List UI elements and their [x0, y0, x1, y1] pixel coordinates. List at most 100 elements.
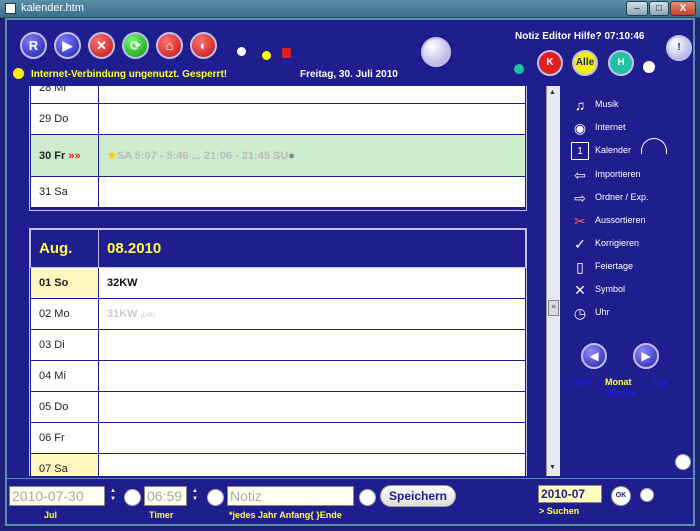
day-cell[interactable]: 01 So	[30, 267, 99, 299]
scroll-down-icon[interactable]: ▼	[549, 464, 556, 471]
note-cell[interactable]	[98, 176, 526, 208]
note-cell[interactable]	[98, 422, 526, 454]
r-button[interactable]: R	[20, 32, 47, 59]
window-title: kalender.htm	[21, 2, 84, 14]
notiz-editor-link[interactable]: Notiz Editor Hilfe? 07:10:46	[515, 31, 644, 42]
speaker-icon[interactable]	[282, 48, 291, 58]
day-cell[interactable]: 05 Do	[30, 391, 99, 423]
sidebar-item-label: Ordner / Exp.	[595, 192, 649, 202]
h-button[interactable]: H	[608, 50, 634, 76]
time-spinner-icon[interactable]: ▲ ▼	[192, 487, 202, 503]
info-button[interactable]: !	[666, 35, 692, 61]
time-apply-icon[interactable]	[207, 489, 224, 506]
maximize-button[interactable]: □	[649, 1, 669, 16]
calendar-icon: 1	[571, 142, 589, 160]
notiz-input[interactable]	[227, 486, 354, 506]
week-sub: (DIR)	[140, 313, 155, 319]
day-cell[interactable]: 03 Di	[30, 329, 99, 361]
sidebar: ♫ Musik ◉ Internet 1 Kalender ⇦ Importieren …	[563, 86, 693, 476]
sidebar-item-internet[interactable]: ◉ Internet	[571, 119, 691, 137]
note-cell[interactable]	[98, 360, 526, 392]
note-cell[interactable]: 32KW	[98, 267, 526, 299]
clock-icon: ◷	[573, 305, 587, 321]
sidebar-item-kalender[interactable]: 1 Kalender	[571, 142, 691, 160]
day-cell[interactable]: 07 Sa	[30, 453, 99, 476]
minimize-button[interactable]: –	[626, 1, 648, 16]
note-cell[interactable]: 31KW (DIR)	[98, 298, 526, 330]
note-cell[interactable]	[98, 329, 526, 361]
play-button[interactable]: ▶	[54, 32, 81, 59]
date-spinner-icon[interactable]: ▲ ▼	[110, 487, 120, 503]
cancel-button[interactable]: ✕	[88, 32, 115, 59]
sidebar-item-uhr[interactable]: ◷ Uhr	[571, 304, 691, 322]
day-cell[interactable]: 02 Mo	[30, 298, 99, 330]
alle-button[interactable]: Alle	[572, 50, 598, 76]
refresh-button[interactable]: ⟳	[122, 32, 149, 59]
scroll-up-icon[interactable]: ▲	[549, 89, 556, 96]
green-light-icon	[514, 64, 524, 74]
compass-button[interactable]	[421, 37, 451, 67]
web-button[interactable]: ◐	[190, 32, 217, 59]
day-cell[interactable]: 06 Fr	[30, 422, 99, 454]
sidebar-item-symbol[interactable]: ✕ Symbol	[571, 281, 691, 299]
toggle-icon[interactable]	[237, 47, 246, 56]
time-input[interactable]	[144, 486, 187, 506]
day-cell[interactable]: 04 Mi	[30, 360, 99, 392]
nav-monat[interactable]: Monat	[605, 377, 632, 387]
k-button[interactable]: K	[537, 50, 563, 76]
note-cell[interactable]	[98, 86, 526, 104]
day-cell[interactable]: 28 Mi	[30, 86, 99, 104]
resize-icon[interactable]	[675, 454, 691, 470]
notiz-apply-icon[interactable]	[359, 489, 376, 506]
day-cell[interactable]: 29 Do	[30, 103, 99, 135]
notiz-hint: *jedes Jahr Anfang{ }Ende	[229, 510, 342, 520]
search-label[interactable]: > Suchen	[539, 506, 579, 516]
sidebar-item-korrigieren[interactable]: ✓ Korrigieren	[571, 235, 691, 253]
ok-button[interactable]: OK	[611, 486, 631, 506]
day-cell[interactable]: 31 Sa	[30, 176, 99, 208]
note-cell[interactable]	[98, 103, 526, 135]
x-icon: ✕	[574, 282, 586, 298]
sidebar-item-importieren[interactable]: ⇦ Importieren	[571, 166, 691, 184]
vertical-scrollbar[interactable]: ▲ ≡ ▼	[546, 86, 560, 476]
nav-woche[interactable]: Woche	[607, 388, 636, 398]
today-note-cell[interactable]: ★SA 5:07 - 5:46 ... 21:06 - 21:45 SU●	[98, 134, 526, 177]
sidebar-item-musik[interactable]: ♫ Musik	[571, 96, 691, 114]
sidebar-item-label: Korrigieren	[595, 238, 640, 248]
table-row: 06 Fr	[30, 422, 526, 454]
table-row: 31 Sa	[30, 176, 526, 208]
note-cell[interactable]	[98, 391, 526, 423]
nav-tag[interactable]: Tag	[651, 377, 666, 387]
scroll-thumb[interactable]: ≡	[548, 300, 559, 316]
status-light-icon	[262, 51, 271, 60]
today-day-cell[interactable]: 30 Fr »»	[30, 134, 99, 177]
july-table: 28 Mi 29 Do 30 Fr »» ★SA 5:07 - 5:46 ...…	[30, 86, 526, 208]
connection-status: Internet-Verbindung ungenutzt. Gesperrt!	[31, 69, 228, 80]
sidebar-item-label: Importieren	[595, 169, 641, 179]
sidebar-item-ordner[interactable]: ⇨ Ordner / Exp.	[571, 189, 691, 207]
date-apply-icon[interactable]	[124, 489, 141, 506]
export-icon: ⇨	[574, 190, 586, 206]
table-row: 01 So 32KW	[30, 267, 526, 299]
next-button[interactable]: ▶	[633, 343, 659, 369]
search-input[interactable]	[538, 485, 602, 503]
home-button[interactable]: ⌂	[156, 32, 183, 59]
sidebar-item-feiertage[interactable]: ▯ Feiertage	[571, 258, 691, 276]
date-input[interactable]	[9, 486, 105, 506]
sidebar-item-label: Aussortieren	[595, 215, 646, 225]
july-box: 28 Mi 29 Do 30 Fr »» ★SA 5:07 - 5:46 ...…	[29, 86, 527, 211]
book-icon: ▯	[576, 259, 584, 275]
sunrise-icon	[641, 138, 667, 154]
nav-jahr[interactable]: Jahr	[573, 377, 592, 387]
sidebar-item-aussortieren[interactable]: ✂ Aussortieren	[571, 212, 691, 230]
note-cell[interactable]	[98, 453, 526, 476]
save-button[interactable]: Speichern	[380, 485, 456, 507]
week-label: 31KW	[107, 308, 138, 320]
date-label: Jul	[44, 510, 58, 520]
table-row: 04 Mi	[30, 360, 526, 392]
close-window-button[interactable]: X	[670, 1, 696, 16]
search-options-icon[interactable]	[640, 488, 654, 502]
prev-button[interactable]: ◀	[581, 343, 607, 369]
settings-toggle-icon[interactable]	[643, 61, 655, 73]
today-day-label: 30 Fr	[39, 149, 66, 162]
